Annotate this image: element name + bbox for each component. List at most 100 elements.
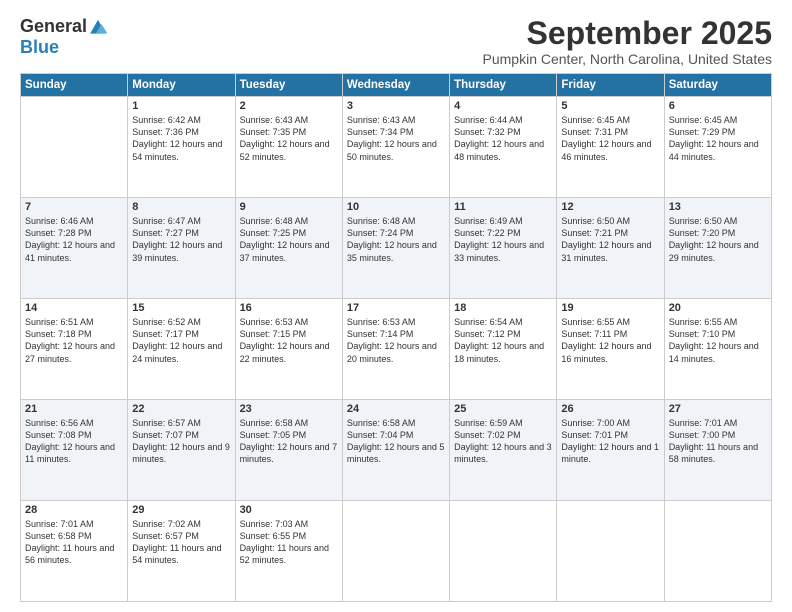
cell-details: Sunrise: 6:42 AMSunset: 7:36 PMDaylight:… — [132, 114, 230, 163]
day-number: 25 — [454, 403, 552, 415]
day-number: 13 — [669, 201, 767, 213]
day-number: 18 — [454, 302, 552, 314]
cell-details: Sunrise: 6:45 AMSunset: 7:29 PMDaylight:… — [669, 114, 767, 163]
cell-details: Sunrise: 7:00 AMSunset: 7:01 PMDaylight:… — [561, 417, 659, 466]
calendar-cell: 23Sunrise: 6:58 AMSunset: 7:05 PMDayligh… — [235, 400, 342, 501]
day-number: 6 — [669, 100, 767, 112]
day-number: 10 — [347, 201, 445, 213]
day-number: 15 — [132, 302, 230, 314]
cell-details: Sunrise: 6:44 AMSunset: 7:32 PMDaylight:… — [454, 114, 552, 163]
day-number: 14 — [25, 302, 123, 314]
calendar-week-1: 1 Sunrise: 6:42 AMSunset: 7:36 PMDaylight… — [21, 97, 772, 198]
cell-details: Sunrise: 6:48 AMSunset: 7:24 PMDaylight:… — [347, 215, 445, 264]
day-number: 7 — [25, 201, 123, 213]
cell-details: Sunrise: 7:01 AMSunset: 6:58 PMDaylight:… — [25, 518, 123, 567]
day-number: 12 — [561, 201, 659, 213]
day-number: 20 — [669, 302, 767, 314]
day-number: 5 — [561, 100, 659, 112]
day-header-wednesday: Wednesday — [342, 74, 449, 97]
logo-general-text: General — [20, 16, 87, 37]
calendar-cell: 12 Sunrise: 6:50 AMSunset: 7:21 PMDayligh… — [557, 198, 664, 299]
day-number: 17 — [347, 302, 445, 314]
cell-details: Sunrise: 6:45 AMSunset: 7:31 PMDaylight:… — [561, 114, 659, 163]
calendar-cell: 4 Sunrise: 6:44 AMSunset: 7:32 PMDaylight… — [450, 97, 557, 198]
calendar-week-5: 28 Sunrise: 7:01 AMSunset: 6:58 PMDayligh… — [21, 501, 772, 602]
day-header-monday: Monday — [128, 74, 235, 97]
calendar-cell: 1 Sunrise: 6:42 AMSunset: 7:36 PMDaylight… — [128, 97, 235, 198]
calendar-cell: 22 Sunrise: 6:57 AMSunset: 7:07 PMDayligh… — [128, 400, 235, 501]
header: General Blue September 2025 Pumpkin Cent… — [20, 16, 772, 67]
calendar-cell: 19 Sunrise: 6:55 AMSunset: 7:11 PMDayligh… — [557, 299, 664, 400]
cell-details: Sunrise: 6:51 AMSunset: 7:18 PMDaylight:… — [25, 316, 123, 365]
cell-details: Sunrise: 6:58 AMSunset: 7:04 PMDaylight:… — [347, 417, 445, 466]
calendar-cell: 30Sunrise: 7:03 AMSunset: 6:55 PMDayligh… — [235, 501, 342, 602]
cell-details: Sunrise: 6:43 AMSunset: 7:35 PMDaylight:… — [240, 114, 338, 163]
logo: General Blue — [20, 16, 107, 58]
cell-details: Sunrise: 6:53 AMSunset: 7:15 PMDaylight:… — [240, 316, 338, 365]
day-number: 22 — [132, 403, 230, 415]
calendar-cell: 8 Sunrise: 6:47 AMSunset: 7:27 PMDaylight… — [128, 198, 235, 299]
calendar-table: SundayMondayTuesdayWednesdayThursdayFrid… — [20, 73, 772, 602]
day-number: 24 — [347, 403, 445, 415]
day-number: 16 — [240, 302, 338, 314]
day-number: 11 — [454, 201, 552, 213]
logo-icon — [89, 19, 107, 35]
calendar-cell: 15Sunrise: 6:52 AMSunset: 7:17 PMDayligh… — [128, 299, 235, 400]
cell-details: Sunrise: 6:58 AMSunset: 7:05 PMDaylight:… — [240, 417, 338, 466]
calendar-cell: 14 Sunrise: 6:51 AMSunset: 7:18 PMDayligh… — [21, 299, 128, 400]
cell-details: Sunrise: 6:48 AMSunset: 7:25 PMDaylight:… — [240, 215, 338, 264]
calendar-cell: 24 Sunrise: 6:58 AMSunset: 7:04 PMDayligh… — [342, 400, 449, 501]
cell-details: Sunrise: 6:43 AMSunset: 7:34 PMDaylight:… — [347, 114, 445, 163]
cell-details: Sunrise: 6:56 AMSunset: 7:08 PMDaylight:… — [25, 417, 123, 466]
cell-details: Sunrise: 7:03 AMSunset: 6:55 PMDaylight:… — [240, 518, 338, 567]
calendar-cell: 11 Sunrise: 6:49 AMSunset: 7:22 PMDayligh… — [450, 198, 557, 299]
calendar-cell: 7 Sunrise: 6:46 AMSunset: 7:28 PMDaylight… — [21, 198, 128, 299]
cell-details: Sunrise: 6:46 AMSunset: 7:28 PMDaylight:… — [25, 215, 123, 264]
calendar-cell: 3 Sunrise: 6:43 AMSunset: 7:34 PMDaylight… — [342, 97, 449, 198]
calendar-cell: 9Sunrise: 6:48 AMSunset: 7:25 PMDaylight… — [235, 198, 342, 299]
day-number: 19 — [561, 302, 659, 314]
calendar-cell: 25 Sunrise: 6:59 AMSunset: 7:02 PMDayligh… — [450, 400, 557, 501]
day-header-tuesday: Tuesday — [235, 74, 342, 97]
day-header-sunday: Sunday — [21, 74, 128, 97]
calendar-cell — [664, 501, 771, 602]
cell-details: Sunrise: 6:50 AMSunset: 7:21 PMDaylight:… — [561, 215, 659, 264]
day-number: 21 — [25, 403, 123, 415]
calendar-week-3: 14 Sunrise: 6:51 AMSunset: 7:18 PMDayligh… — [21, 299, 772, 400]
calendar-week-2: 7 Sunrise: 6:46 AMSunset: 7:28 PMDaylight… — [21, 198, 772, 299]
cell-details: Sunrise: 6:54 AMSunset: 7:12 PMDaylight:… — [454, 316, 552, 365]
calendar-header-row: SundayMondayTuesdayWednesdayThursdayFrid… — [21, 74, 772, 97]
calendar-cell: 2Sunrise: 6:43 AMSunset: 7:35 PMDaylight… — [235, 97, 342, 198]
cell-details: Sunrise: 6:55 AMSunset: 7:10 PMDaylight:… — [669, 316, 767, 365]
cell-details: Sunrise: 6:59 AMSunset: 7:02 PMDaylight:… — [454, 417, 552, 466]
page: General Blue September 2025 Pumpkin Cent… — [0, 0, 792, 612]
calendar-cell — [450, 501, 557, 602]
cell-details: Sunrise: 6:53 AMSunset: 7:14 PMDaylight:… — [347, 316, 445, 365]
calendar-cell: 10 Sunrise: 6:48 AMSunset: 7:24 PMDayligh… — [342, 198, 449, 299]
calendar-cell: 27Sunrise: 7:01 AMSunset: 7:00 PMDayligh… — [664, 400, 771, 501]
calendar-cell: 20 Sunrise: 6:55 AMSunset: 7:10 PMDayligh… — [664, 299, 771, 400]
cell-details: Sunrise: 6:55 AMSunset: 7:11 PMDaylight:… — [561, 316, 659, 365]
day-number: 1 — [132, 100, 230, 112]
calendar-cell — [342, 501, 449, 602]
calendar-cell: 28 Sunrise: 7:01 AMSunset: 6:58 PMDayligh… — [21, 501, 128, 602]
cell-details: Sunrise: 6:49 AMSunset: 7:22 PMDaylight:… — [454, 215, 552, 264]
title-section: September 2025 Pumpkin Center, North Car… — [483, 16, 772, 67]
cell-details: Sunrise: 6:47 AMSunset: 7:27 PMDaylight:… — [132, 215, 230, 264]
day-number: 4 — [454, 100, 552, 112]
day-number: 28 — [25, 504, 123, 516]
calendar-cell: 16 Sunrise: 6:53 AMSunset: 7:15 PMDayligh… — [235, 299, 342, 400]
day-number: 8 — [132, 201, 230, 213]
cell-details: Sunrise: 7:01 AMSunset: 7:00 PMDaylight:… — [669, 417, 767, 466]
cell-details: Sunrise: 6:57 AMSunset: 7:07 PMDaylight:… — [132, 417, 230, 466]
calendar-cell: 26 Sunrise: 7:00 AMSunset: 7:01 PMDayligh… — [557, 400, 664, 501]
calendar-cell: 18 Sunrise: 6:54 AMSunset: 7:12 PMDayligh… — [450, 299, 557, 400]
day-header-thursday: Thursday — [450, 74, 557, 97]
calendar-cell: 6 Sunrise: 6:45 AMSunset: 7:29 PMDaylight… — [664, 97, 771, 198]
day-number: 26 — [561, 403, 659, 415]
calendar-cell: 21 Sunrise: 6:56 AMSunset: 7:08 PMDayligh… — [21, 400, 128, 501]
day-header-saturday: Saturday — [664, 74, 771, 97]
calendar-cell: 5 Sunrise: 6:45 AMSunset: 7:31 PMDaylight… — [557, 97, 664, 198]
day-number: 3 — [347, 100, 445, 112]
day-header-friday: Friday — [557, 74, 664, 97]
